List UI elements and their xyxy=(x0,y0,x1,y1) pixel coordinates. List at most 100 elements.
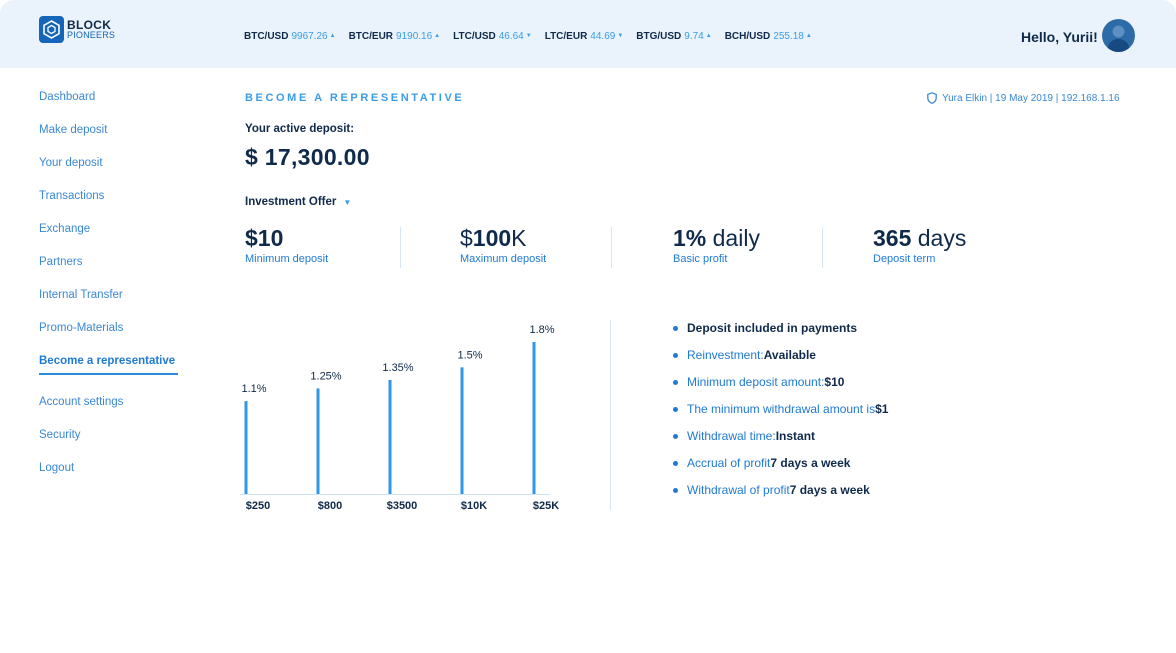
ticker-item: BTC/USD 9967.26 ▲ xyxy=(244,31,336,42)
ticker-pair: BCH/USD xyxy=(724,31,771,42)
feature-item: Accrual of profit 7 days a week xyxy=(673,456,888,483)
sidebar-item-label: Dashboard xyxy=(39,91,96,103)
ticker-pair: BTC/EUR xyxy=(348,31,394,42)
active-indicator xyxy=(39,373,178,375)
chart-x-tick-label: $10K xyxy=(461,500,487,512)
bullet-icon xyxy=(673,434,678,439)
stat-label: Maximum deposit xyxy=(460,253,547,265)
sidebar-item-label: Transactions xyxy=(39,190,105,202)
feature-item: Reinvestment: Available xyxy=(673,348,888,375)
feature-value: 7 days a week xyxy=(770,456,851,470)
chart-bar xyxy=(460,367,464,494)
sidebar-item-your-deposit[interactable]: Your deposit xyxy=(39,156,178,189)
bullet-icon xyxy=(673,353,678,358)
chart-bar xyxy=(532,342,536,494)
feature-item: Deposit included in payments xyxy=(673,321,888,348)
chart-x-tick-label: $250 xyxy=(246,500,270,512)
top-header: BLOCK PIONEERS BTC/USD 9967.26 ▲ BTC/EUR 919… xyxy=(0,0,1176,68)
session-info-text: Yura Elkin | 19 May 2019 | 192.168.1.16 xyxy=(942,92,1120,104)
chart-x-tick-label: $3500 xyxy=(387,500,418,512)
sidebar-item-logout[interactable]: Logout xyxy=(39,461,178,494)
stat-value: 1% daily xyxy=(673,225,760,252)
stat-value-strong: $10 xyxy=(245,225,284,251)
chevron-down-icon: ▼ xyxy=(343,197,352,207)
ticker-pair: LTC/USD xyxy=(453,31,496,42)
sidebar-item-dashboard[interactable]: Dashboard xyxy=(39,90,178,123)
triangle-down-icon: ▼ xyxy=(525,33,532,39)
shield-icon xyxy=(927,92,937,104)
triangle-up-icon: ▲ xyxy=(805,33,812,39)
ticker-price: 44.69 xyxy=(590,31,616,42)
chart-value-label: 1.5% xyxy=(457,349,482,361)
investment-offer-label: Investment Offer xyxy=(245,196,337,208)
sidebar-item-become-a-representative[interactable]: Become a representative xyxy=(39,354,178,387)
feature-item: Minimum deposit amount: $10 xyxy=(673,375,888,402)
triangle-up-icon: ▲ xyxy=(329,33,336,39)
chart-value-label: 1.35% xyxy=(382,362,413,374)
feature-text: Withdrawal of profit xyxy=(687,483,790,497)
sidebar-item-label: Account settings xyxy=(39,396,124,408)
chart-x-tick-label: $800 xyxy=(318,500,342,512)
sidebar-item-transactions[interactable]: Transactions xyxy=(39,189,178,222)
stat-value-prefix: $ xyxy=(460,225,473,251)
sidebar-item-security[interactable]: Security xyxy=(39,428,178,461)
ticker-item: BTG/USD 9.74 ▲ xyxy=(636,31,711,42)
sidebar-item-make-deposit[interactable]: Make deposit xyxy=(39,123,178,156)
sidebar-item-promo-materials[interactable]: Promo-Materials xyxy=(39,321,178,354)
stat-value: $100K xyxy=(460,225,546,252)
brand-logo[interactable]: BLOCK PIONEERS xyxy=(39,16,115,43)
sidebar-item-account-settings[interactable]: Account settings xyxy=(39,395,178,428)
logo-text-secondary: PIONEERS xyxy=(67,29,116,40)
stat-value-rest: days xyxy=(911,225,967,251)
bullet-icon xyxy=(673,326,678,331)
sidebar-item-label: Partners xyxy=(39,256,83,268)
sidebar-item-label: Internal Transfer xyxy=(39,289,123,301)
stat-value-strong: 100 xyxy=(472,225,512,251)
stat-label: Deposit term xyxy=(873,253,936,265)
investment-offer-dropdown[interactable]: Investment Offer ▼ xyxy=(245,196,351,208)
chart-bar xyxy=(244,401,248,494)
stat-divider xyxy=(611,227,612,268)
page-title: BECOME A REPRESENTATIVE xyxy=(245,92,465,104)
active-deposit-value: $ 17,300.00 xyxy=(245,144,370,170)
ticker-pair: BTG/USD xyxy=(636,31,682,42)
ticker-item: LTC/EUR 44.69 ▼ xyxy=(545,31,624,42)
triangle-up-icon: ▲ xyxy=(705,33,712,39)
chart-x-tick-label: $25K xyxy=(533,500,559,512)
stat-value-rest: K xyxy=(511,225,527,251)
price-ticker-bar: BTC/USD 9967.26 ▲ BTC/EUR 9190.16 ▲ LTC/USD 46.… xyxy=(244,31,825,42)
chart-bar xyxy=(316,388,320,494)
user-greeting: Hello, Yurii! xyxy=(1021,29,1098,45)
feature-value: Instant xyxy=(775,429,816,443)
ticker-item: LTC/USD 46.64 ▼ xyxy=(453,31,532,42)
feature-value: $1 xyxy=(875,402,889,416)
user-avatar[interactable] xyxy=(1102,19,1135,52)
app-window: BLOCK PIONEERS BTC/USD 9967.26 ▲ BTC/EUR 919… xyxy=(0,0,1176,653)
stat-minimum-deposit: $10 Minimum deposit xyxy=(245,225,328,265)
feature-value: $10 xyxy=(824,375,845,389)
stat-label: Minimum deposit xyxy=(245,253,329,265)
ticker-pair: LTC/EUR xyxy=(544,31,588,42)
feature-text: Minimum deposit amount: xyxy=(687,375,825,389)
bullet-icon xyxy=(673,380,678,385)
sidebar-item-partners[interactable]: Partners xyxy=(39,255,178,288)
ticker-pair: BTC/USD xyxy=(244,31,289,42)
ticker-price: 46.64 xyxy=(498,31,524,42)
ticker-item: BCH/USD 255.18 ▲ xyxy=(725,31,812,42)
feature-text: Reinvestment: xyxy=(687,348,764,362)
feature-item: The minimum withdrawal amount is $1 xyxy=(673,402,888,429)
stat-divider xyxy=(822,227,823,268)
chart-value-label: 1.1% xyxy=(241,383,266,395)
sidebar-item-exchange[interactable]: Exchange xyxy=(39,222,178,255)
feature-text: Withdrawal time: xyxy=(687,429,776,443)
sidebar-item-internal-transfer[interactable]: Internal Transfer xyxy=(39,288,178,321)
feature-value: Available xyxy=(763,348,816,362)
feature-text: The minimum withdrawal amount is xyxy=(687,402,876,416)
stat-divider xyxy=(400,227,401,268)
profit-chart: 1.1% $250 1.25% $800 1.35% $3500 1.5% $10K 1.8% $… xyxy=(240,318,560,518)
sidebar-item-label: Become a representative xyxy=(39,355,176,367)
session-info: Yura Elkin | 19 May 2019 | 192.168.1.16 xyxy=(927,92,1120,104)
divider xyxy=(610,320,611,510)
ticker-price: 255.18 xyxy=(773,31,804,42)
feature-item: Withdrawal time: Instant xyxy=(673,429,888,456)
